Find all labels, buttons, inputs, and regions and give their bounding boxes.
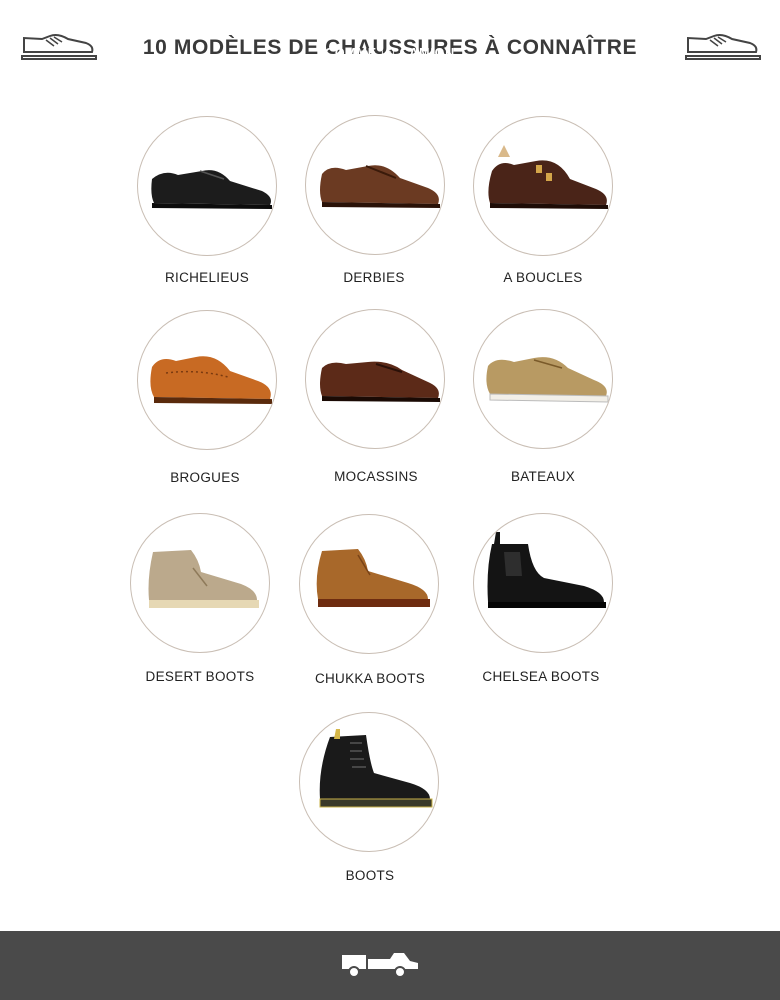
shoe-label: RICHELIEUS xyxy=(164,270,250,285)
shoe-label: CHUKKA BOOTS xyxy=(314,671,426,686)
monk-strap-shoe-icon xyxy=(488,145,608,209)
loafer-shoe-icon xyxy=(320,361,440,402)
shoe-image-chukka-boots[interactable] xyxy=(299,514,439,654)
chukka-boot-icon xyxy=(316,549,430,607)
brand-part2: UN xyxy=(381,49,396,59)
shoe-image-chelsea-boots[interactable] xyxy=(473,513,613,653)
shoe-image-brogues[interactable] xyxy=(137,310,277,450)
chelsea-boot-icon xyxy=(487,532,606,608)
shoe-image-a-boucles[interactable] xyxy=(473,116,613,256)
shoe-label: MOCASSINS xyxy=(334,469,418,484)
oxford-shoe-icon xyxy=(151,170,272,209)
brand-part3: CAMION xyxy=(399,46,455,60)
shoe-label: CHELSEA BOOTS xyxy=(482,669,600,684)
derby-shoe-icon xyxy=(320,165,440,208)
shoe-label: A BOUCLES xyxy=(503,270,583,285)
shoe-label: DERBIES xyxy=(343,270,405,285)
brand-name: COMME UN CAMION xyxy=(0,46,780,60)
shoe-label: DESERT BOOTS xyxy=(145,669,255,684)
shoe-label: BATEAUX xyxy=(510,469,576,484)
shoe-image-richelieus[interactable] xyxy=(137,116,277,256)
shoe-image-mocassins[interactable] xyxy=(305,309,445,449)
boat-shoe-icon xyxy=(486,357,609,403)
shoe-image-derbies[interactable] xyxy=(305,115,445,255)
shoe-label: BROGUES xyxy=(170,470,240,485)
brand-part1: COMME xyxy=(325,46,377,60)
combat-boot-icon xyxy=(319,729,433,808)
shoe-image-boots[interactable] xyxy=(299,712,439,852)
shoe-image-bateaux[interactable] xyxy=(473,309,613,449)
shoe-image-desert-boots[interactable] xyxy=(130,513,270,653)
shoe-label: BOOTS xyxy=(345,868,395,883)
desert-boot-icon xyxy=(148,550,259,608)
truck-icon xyxy=(338,945,424,984)
brogue-shoe-icon xyxy=(150,356,272,404)
